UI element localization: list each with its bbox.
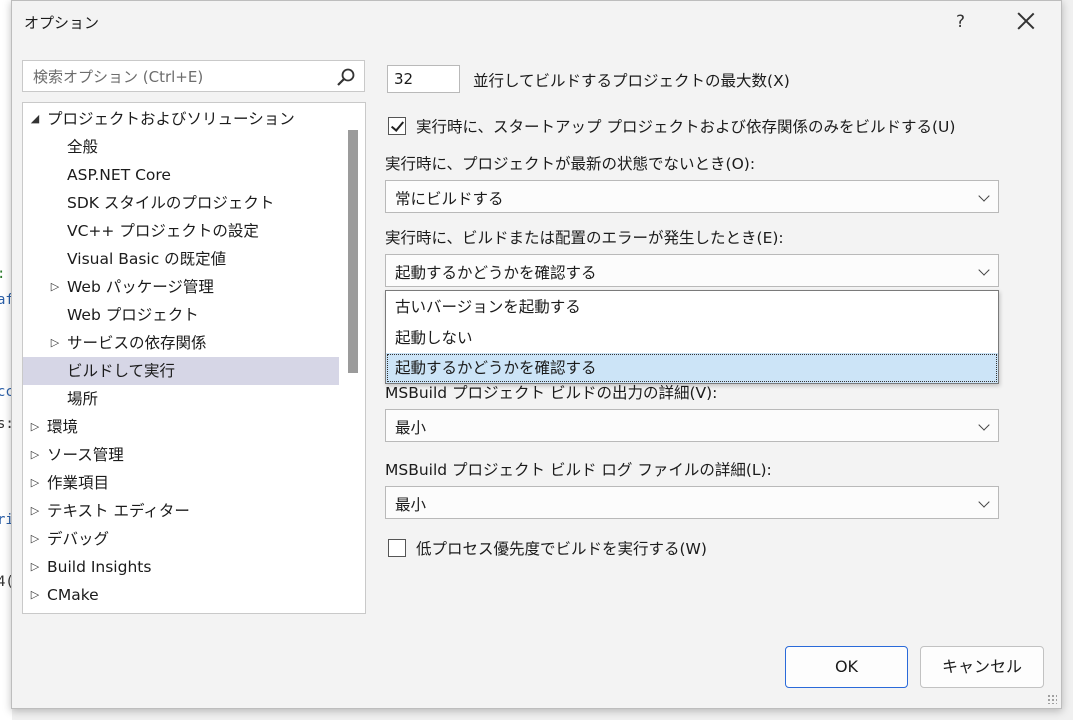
options-dialog: オプション ? ◢ プロジェクトおよびソリューション 全般 ASP.NET Co… [11, 0, 1062, 709]
expand-icon[interactable]: ▷ [29, 441, 41, 469]
search-icon[interactable] [336, 67, 356, 87]
tree-item-label: テキスト エディター [47, 502, 190, 520]
tree-item[interactable]: ▷ ソース管理 [23, 441, 339, 469]
chevron-down-icon [978, 496, 990, 508]
tree-item-label: CMake [47, 586, 99, 604]
tree-item[interactable]: ASP.NET Core [23, 161, 339, 189]
error-select-value: 起動するかどうかを確認する [395, 264, 597, 282]
search-input[interactable] [31, 66, 325, 88]
tree-item[interactable]: Web プロジェクト [23, 301, 339, 329]
cancel-button[interactable]: キャンセル [920, 646, 1044, 688]
tree-item-label: 作業項目 [47, 474, 110, 492]
msbuild-output-value: 最小 [395, 419, 427, 437]
outdated-select[interactable]: 常にビルドする [385, 180, 999, 213]
dialog-title: オプション [24, 14, 100, 32]
tree-scrollbar-thumb[interactable] [348, 130, 358, 373]
tree-item[interactable]: Visual Basic の既定値 [23, 245, 339, 273]
expand-icon[interactable]: ▷ [29, 553, 41, 581]
msbuild-output-label: MSBuild プロジェクト ビルドの出力の詳細(V): [385, 384, 718, 402]
dropdown-option[interactable]: 古いバージョンを起動する [386, 292, 998, 322]
expand-icon[interactable]: ▷ [29, 413, 41, 441]
expand-icon[interactable]: ▷ [29, 469, 41, 497]
tree-item-label: サービスの依存関係 [67, 334, 207, 352]
tree-item[interactable]: ▷ Web パッケージ管理 [23, 273, 339, 301]
tree-item-label: Build Insights [47, 558, 152, 576]
startup-only-label[interactable]: 実行時に、スタートアップ プロジェクトおよび依存関係のみをビルドする(U) [416, 115, 955, 137]
tree-item-label: ソース管理 [47, 446, 124, 464]
expand-icon[interactable]: ▷ [29, 497, 41, 525]
outdated-select-value: 常にビルドする [395, 190, 504, 208]
expand-icon[interactable]: ▷ [29, 525, 41, 553]
tree-item[interactable]: ▷ デバッグ [23, 525, 339, 553]
low-priority-checkbox[interactable] [388, 539, 406, 557]
max-parallel-input[interactable]: 32 [387, 65, 460, 93]
max-parallel-label: 並行してビルドするプロジェクトの最大数(X) [473, 72, 790, 90]
tree-item-label: Visual Basic の既定値 [67, 250, 227, 268]
search-box[interactable] [22, 60, 365, 92]
tree-item-label: 場所 [67, 390, 99, 408]
dropdown-option-selected[interactable]: 起動するかどうかを確認する [386, 353, 998, 383]
expand-icon[interactable]: ▷ [49, 273, 61, 301]
tree-item-selected[interactable]: ビルドして実行 [23, 357, 339, 385]
resize-grip-icon[interactable] [1047, 694, 1057, 704]
tree-item-label: VC++ プロジェクトの設定 [67, 222, 259, 240]
chevron-down-icon [978, 190, 990, 202]
ok-button[interactable]: OK [785, 646, 908, 688]
tree-item[interactable]: ▷ CMake [23, 581, 339, 609]
tree-item[interactable]: ▷ テキスト エディター [23, 497, 339, 525]
error-dropdown-list: 古いバージョンを起動する 起動しない 起動するかどうかを確認する [385, 290, 999, 384]
tree-item-label: Web パッケージ管理 [67, 278, 214, 296]
outdated-label: 実行時に、プロジェクトが最新の状態でないとき(O): [385, 155, 756, 173]
tree-item[interactable]: 全般 [23, 133, 339, 161]
chevron-down-icon [978, 419, 990, 431]
code-fragment: : [0, 266, 5, 282]
chevron-down-icon [978, 264, 990, 276]
msbuild-log-value: 最小 [395, 496, 427, 514]
startup-only-checkbox[interactable] [388, 117, 406, 135]
tree-item-label: プロジェクトおよびソリューション [47, 110, 295, 128]
options-tree[interactable]: ◢ プロジェクトおよびソリューション 全般 ASP.NET Core SDK ス… [22, 102, 366, 614]
tree-item[interactable]: ▷ Build Insights [23, 553, 339, 581]
low-priority-label[interactable]: 低プロセス優先度でビルドを実行する(W) [416, 537, 707, 559]
tree-item-label: ビルドして実行 [67, 362, 176, 380]
tree-item-label: ASP.NET Core [67, 166, 171, 184]
error-label: 実行時に、ビルドまたは配置のエラーが発生したとき(E): [385, 229, 784, 247]
tree-item-label: 全般 [67, 138, 99, 156]
tree-item-label: Web プロジェクト [67, 306, 199, 324]
tree-item-label: デバッグ [47, 530, 110, 548]
expand-icon[interactable]: ▷ [49, 329, 61, 357]
help-button[interactable]: ? [956, 12, 965, 32]
tree-item[interactable]: VC++ プロジェクトの設定 [23, 217, 339, 245]
tree-item[interactable]: 場所 [23, 385, 339, 413]
close-icon[interactable] [1015, 10, 1037, 32]
tree-item[interactable]: ▷ サービスの依存関係 [23, 329, 339, 357]
tree-item[interactable]: SDK スタイルのプロジェクト [23, 189, 339, 217]
msbuild-output-select[interactable]: 最小 [385, 409, 999, 442]
expand-icon[interactable]: ▷ [29, 581, 41, 609]
msbuild-log-label: MSBuild プロジェクト ビルド ログ ファイルの詳細(L): [385, 461, 772, 479]
tree-item[interactable]: ▷ 環境 [23, 413, 339, 441]
dropdown-option[interactable]: 起動しない [386, 323, 998, 353]
tree-item-label: SDK スタイルのプロジェクト [67, 194, 275, 212]
tree-item[interactable]: ▷ 作業項目 [23, 469, 339, 497]
error-select[interactable]: 起動するかどうかを確認する [385, 254, 999, 287]
tree-item[interactable]: ◢ プロジェクトおよびソリューション [23, 105, 339, 133]
collapse-icon[interactable]: ◢ [29, 105, 41, 133]
msbuild-log-select[interactable]: 最小 [385, 486, 999, 519]
tree-item-label: 環境 [47, 418, 79, 436]
